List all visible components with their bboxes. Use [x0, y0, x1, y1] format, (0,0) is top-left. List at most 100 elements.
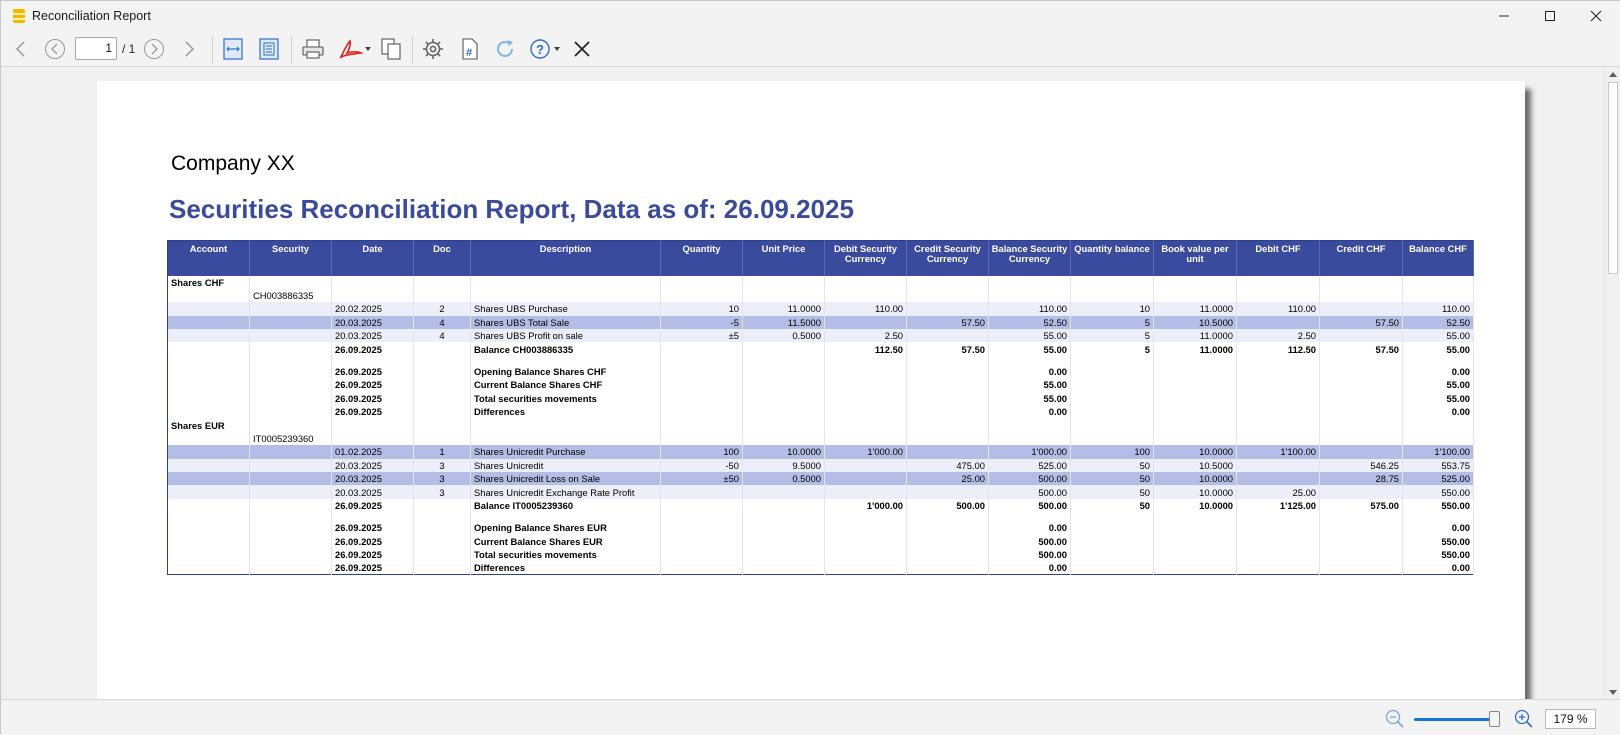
- table-row[interactable]: IT0005239360: [167, 431, 1474, 446]
- table-row[interactable]: 26.09.2025 Opening Balance Shares EUR 0.00…: [167, 521, 1474, 535]
- fit-width-button[interactable]: [220, 37, 246, 61]
- table-cell: [906, 275, 989, 289]
- scrollbar-thumb[interactable]: [1608, 82, 1618, 274]
- table-cell: 112.50: [1236, 342, 1320, 356]
- table-cell: [413, 288, 471, 303]
- table-cell: [1319, 302, 1403, 316]
- zoom-out-icon[interactable]: [1384, 708, 1406, 730]
- table-row[interactable]: 01.02.2025 1 Shares Unicredit Purchase 100 1…: [167, 445, 1474, 459]
- table-row[interactable]: 26.09.2025 Total securities movements 55.0…: [167, 391, 1474, 406]
- page-number-button[interactable]: #: [457, 37, 483, 61]
- table-row[interactable]: 20.03.2025 3 Shares Unicredit -50 9.5000 475.…: [167, 458, 1474, 472]
- refresh-button[interactable]: [492, 37, 518, 61]
- table-row[interactable]: [167, 355, 1474, 365]
- table-row[interactable]: 20.03.2025 4 Shares UBS Profit on sale ±5 0.…: [167, 329, 1474, 343]
- table-cell: [1319, 445, 1403, 459]
- table-row[interactable]: 26.09.2025 Total securities movements 500.…: [167, 547, 1474, 562]
- table-cell: [742, 485, 825, 499]
- table-row[interactable]: 26.09.2025 Current Balance Shares CHF 55.0…: [167, 378, 1474, 392]
- maximize-button[interactable]: [1527, 1, 1573, 31]
- table-cell: [1319, 355, 1403, 365]
- table-row[interactable]: 20.03.2025 4 Shares UBS Total Sale -5 11.500…: [167, 315, 1474, 330]
- table-cell: [1236, 315, 1320, 330]
- prev-page-button[interactable]: [43, 37, 67, 61]
- table-cell: Shares UBS Profit on sale: [470, 329, 661, 343]
- table-cell: 546.25: [1319, 458, 1403, 472]
- table-cell: 10.0000: [1153, 445, 1237, 459]
- table-row[interactable]: [167, 512, 1474, 522]
- table-row[interactable]: 26.09.2025 Differences 0.00 0.00: [167, 405, 1474, 419]
- table-cell: [988, 418, 1071, 432]
- table-row[interactable]: 26.09.2025 Balance IT0005239360 1'000.00 50…: [167, 498, 1474, 513]
- minimize-button[interactable]: [1481, 1, 1527, 31]
- forward-button[interactable]: [179, 37, 199, 61]
- table-row[interactable]: 26.09.2025 Current Balance Shares EUR 500.…: [167, 534, 1474, 548]
- help-button[interactable]: ?: [528, 37, 566, 61]
- table-cell: [1319, 521, 1403, 535]
- table-cell: 475.00: [906, 458, 989, 472]
- table-cell: [167, 288, 250, 303]
- zoom-value-input[interactable]: 179 %: [1545, 709, 1596, 729]
- table-cell: [906, 364, 989, 379]
- table-cell: [1153, 418, 1237, 432]
- table-cell: 110.00: [824, 302, 907, 316]
- table-cell: ±50: [660, 471, 743, 486]
- fit-page-button[interactable]: [256, 37, 282, 61]
- table-cell: -50: [660, 458, 743, 472]
- table-row[interactable]: 26.09.2025 Opening Balance Shares CHF 0.00…: [167, 364, 1474, 379]
- table-cell: 500.00: [988, 547, 1071, 562]
- table-row[interactable]: CH003886335: [167, 288, 1474, 303]
- next-page-button[interactable]: [142, 37, 166, 61]
- vertical-scrollbar[interactable]: [1604, 68, 1620, 699]
- table-cell: 1'125.00: [1236, 498, 1320, 513]
- table-cell: [660, 275, 743, 289]
- close-button[interactable]: [1573, 1, 1619, 31]
- close-report-button[interactable]: [570, 37, 594, 61]
- table-row[interactable]: 26.09.2025 Differences 0.00 0.00: [167, 561, 1474, 575]
- table-row[interactable]: 20.02.2025 2 Shares UBS Purchase 10 11.0000 1…: [167, 302, 1474, 316]
- table-cell: [1070, 378, 1154, 392]
- table-cell: [1402, 288, 1474, 303]
- table-cell: [742, 405, 825, 419]
- table-row[interactable]: Shares CHF: [167, 275, 1474, 289]
- scroll-up-icon[interactable]: [1605, 68, 1620, 82]
- settings-icon: [423, 39, 443, 59]
- table-cell: [824, 458, 907, 472]
- table-cell: [1319, 485, 1403, 499]
- table-cell: 11.0000: [1153, 342, 1237, 356]
- table-cell: 10.0000: [1153, 485, 1237, 499]
- copy-button[interactable]: [377, 37, 405, 61]
- table-row[interactable]: 26.09.2025 Balance CH003886335 112.50 57.50…: [167, 342, 1474, 356]
- column-header: Balance CHF: [1402, 240, 1474, 276]
- table-cell: 500.00: [988, 485, 1071, 499]
- table-cell: [413, 498, 471, 513]
- minimize-icon: [1499, 15, 1509, 17]
- table-cell: [249, 498, 332, 513]
- table-cell: [1153, 521, 1237, 535]
- zoom-in-icon[interactable]: [1513, 708, 1535, 730]
- table-cell: [1070, 275, 1154, 289]
- table-row[interactable]: Shares EUR: [167, 418, 1474, 432]
- page-number-icon: #: [462, 38, 478, 60]
- table-cell: [660, 288, 743, 303]
- table-row[interactable]: 20.03.2025 3 Shares Unicredit Exchange Rat…: [167, 485, 1474, 499]
- back-button[interactable]: [11, 37, 31, 61]
- refresh-icon: [497, 40, 513, 57]
- svg-text:?: ?: [536, 42, 544, 57]
- scroll-down-icon[interactable]: [1605, 685, 1620, 699]
- report-viewport[interactable]: Company XX Securities Reconciliation Rep…: [1, 68, 1604, 699]
- table-cell: [167, 498, 250, 513]
- table-cell: [906, 512, 989, 522]
- table-cell: [1153, 288, 1237, 303]
- page-number-input[interactable]: 1: [75, 37, 117, 60]
- table-row[interactable]: 20.03.2025 3 Shares Unicredit Loss on Sale…: [167, 471, 1474, 486]
- pdf-export-button[interactable]: [336, 37, 374, 61]
- table-cell: 1: [413, 445, 471, 459]
- next-page-icon: [144, 39, 164, 59]
- zoom-slider[interactable]: [1414, 718, 1498, 721]
- print-button[interactable]: [299, 37, 327, 61]
- table-cell: [413, 521, 471, 535]
- zoom-slider-thumb[interactable]: [1488, 711, 1500, 727]
- table-cell: [1070, 561, 1154, 575]
- settings-button[interactable]: [419, 37, 447, 61]
